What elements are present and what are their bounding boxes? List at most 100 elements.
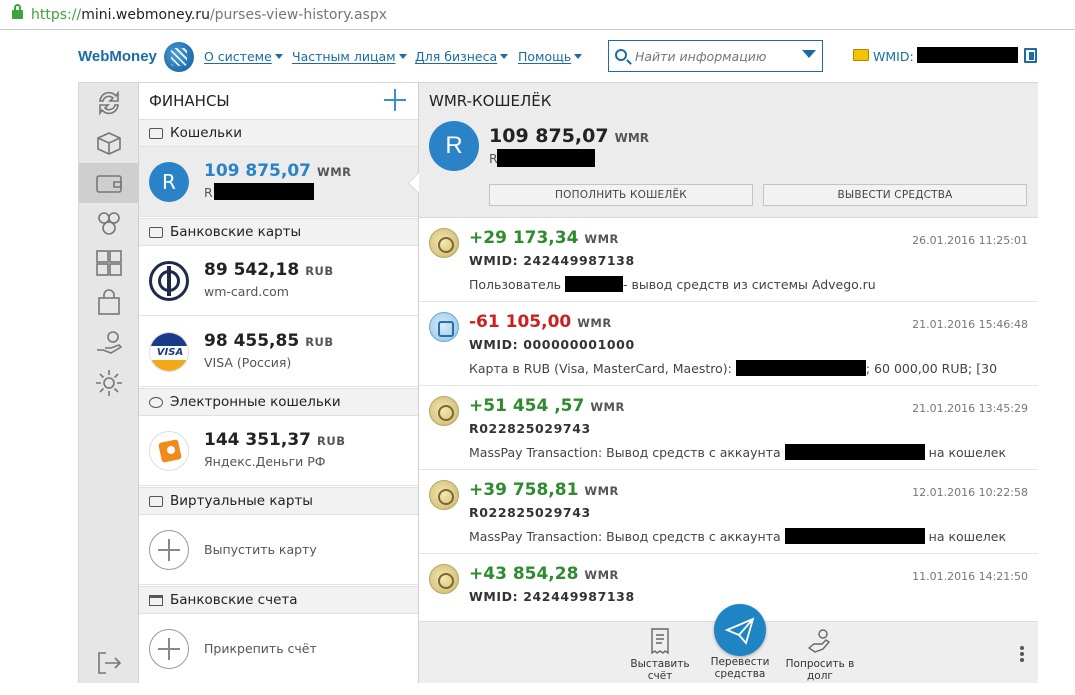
wallet-currency: WMR xyxy=(317,165,352,179)
webmoney-globe-icon[interactable] xyxy=(164,42,194,72)
nav-help[interactable]: Помощь xyxy=(518,49,583,64)
action-bar: Выставить счёт Перевести средства Попросит… xyxy=(419,604,1038,684)
attach-account-item[interactable]: Прикрепить счёт xyxy=(139,614,418,684)
bank-building-icon xyxy=(149,595,163,606)
card-visa-amount: 98 455,85 RUB xyxy=(204,331,334,351)
transaction-desc-end: на кошелек xyxy=(928,445,1007,460)
chevron-down-icon xyxy=(398,54,407,59)
sidebar-hand-coin[interactable] xyxy=(79,323,139,363)
transaction-amount-value: -61 105,00 xyxy=(469,312,572,332)
section-bank-cards: Банковские карты xyxy=(139,218,418,246)
transaction-wmid: R022825029743 xyxy=(469,505,591,520)
card-withdraw-icon xyxy=(429,312,459,342)
purse-balance-value: 109 875,07 xyxy=(489,125,609,147)
selection-notch xyxy=(409,173,419,193)
issue-card-label: Выпустить карту xyxy=(204,542,317,557)
wmr-avatar-letter: R xyxy=(162,170,176,194)
transaction-row[interactable]: -61 105,00 WMR 21.01.2016 15:46:48 WMID: … xyxy=(419,302,1038,386)
nav-help-label: Помощь xyxy=(518,49,572,64)
icon-sidebar xyxy=(79,83,139,683)
ewallet-amount-value: 144 351,37 xyxy=(204,430,312,450)
withdraw-button[interactable]: ВЫВЕСТИ СРЕДСТВА xyxy=(763,184,1027,206)
nav-about-label: О системе xyxy=(204,49,272,64)
transaction-desc-end: - вывод средств из системы Advego.ru xyxy=(623,277,876,292)
transaction-amount-value: +43 854,28 xyxy=(469,564,579,584)
transaction-amount-value: +29 173,34 xyxy=(469,228,579,248)
transfer-button[interactable] xyxy=(714,604,766,656)
sidebar-shop[interactable] xyxy=(79,283,139,323)
section-bank-accounts: Банковские счета xyxy=(139,586,418,614)
redacted-block xyxy=(735,360,866,376)
sidebar-settings[interactable] xyxy=(79,363,139,403)
browser-address-bar[interactable]: https://mini.webmoney.ru/purses-view-his… xyxy=(0,0,1075,30)
search-dropdown-icon[interactable] xyxy=(802,50,816,60)
transaction-row[interactable]: +29 173,34 WMR 26.01.2016 11:25:01 WMID: … xyxy=(419,218,1038,302)
invoice-button[interactable]: Выставить счёт xyxy=(624,622,696,684)
card-wm-item[interactable]: 89 542,18 RUB wm-card.com xyxy=(139,246,418,316)
section-virtual-cards: Виртуальные карты xyxy=(139,487,418,515)
yandex-money-icon xyxy=(149,431,189,471)
transaction-amount: -61 105,00 WMR xyxy=(469,312,612,332)
paper-plane-icon xyxy=(724,617,755,645)
logo-text[interactable]: WebMoney xyxy=(78,48,157,65)
sidebar-refresh[interactable] xyxy=(79,83,139,123)
nav-individuals[interactable]: Частным лицам xyxy=(292,49,407,64)
sidebar-wallet[interactable] xyxy=(79,163,139,203)
card-visa-amount-value: 98 455,85 xyxy=(204,331,300,351)
card-wm-amount-value: 89 542,18 xyxy=(204,260,300,280)
ewallet-yandex-item[interactable]: 144 351,37 RUB Яндекс.Деньги РФ xyxy=(139,416,418,486)
section-wallets-title: Кошельки xyxy=(170,125,243,141)
transaction-description: Карта в RUB (Visa, MasterCard, Maestro):… xyxy=(469,360,1029,376)
section-wallets: Кошельки xyxy=(139,119,418,147)
sidebar-logout[interactable] xyxy=(79,643,139,683)
url-path: /purses-view-history.aspx xyxy=(209,6,387,23)
transaction-description: MassPay Transaction: Вывод средств с акк… xyxy=(469,444,1029,460)
transaction-amount: +43 854,28 WMR xyxy=(469,564,619,584)
finances-panel: ФИНАНСЫ Кошельки R 109 875,07 WMR R Банко… xyxy=(139,83,419,683)
visa-logo-text: VISA xyxy=(156,347,184,358)
topup-button[interactable]: ПОПОЛНИТЬ КОШЕЛЁК xyxy=(489,184,753,206)
loan-request-button[interactable]: Попросить в долг xyxy=(779,622,861,684)
purse-header: WMR-КОШЕЛЁК R 109 875,07 WMR R ПОПОЛНИТЬ … xyxy=(419,83,1038,218)
transaction-row[interactable]: +39 758,81 WMR 12.01.2016 10:22:58 R02282… xyxy=(419,470,1038,554)
nav-about[interactable]: О системе xyxy=(204,49,283,64)
issue-card-item[interactable]: Выпустить карту xyxy=(139,515,418,585)
purse-currency: WMR xyxy=(614,131,650,145)
section-e-wallets-title: Электронные кошельки xyxy=(170,394,341,410)
transaction-wmid: R022825029743 xyxy=(469,421,591,436)
transaction-date: 12.01.2016 10:22:58 xyxy=(912,486,1028,499)
sidebar-package[interactable] xyxy=(79,123,139,163)
hand-request-icon xyxy=(807,629,831,653)
sidebar-contacts[interactable] xyxy=(79,203,139,243)
finances-header: ФИНАНСЫ xyxy=(139,83,418,119)
transaction-date: 26.01.2016 11:25:01 xyxy=(912,234,1028,247)
exit-door-icon[interactable] xyxy=(1024,48,1037,63)
search-box[interactable] xyxy=(608,40,823,72)
logout-icon xyxy=(98,652,122,674)
transaction-date: 21.01.2016 13:45:29 xyxy=(912,402,1028,415)
chevron-down-icon xyxy=(574,54,583,59)
purse-number-redacted xyxy=(497,149,595,167)
ewallet-amount: 144 351,37 RUB xyxy=(204,430,345,450)
nav-business[interactable]: Для бизнеса xyxy=(415,49,509,64)
transaction-currency: WMR xyxy=(584,484,619,498)
lock-icon xyxy=(12,4,23,19)
wallet-wmr-item[interactable]: R 109 875,07 WMR R xyxy=(139,147,418,217)
add-plus-icon[interactable] xyxy=(384,89,406,111)
card-visa-item[interactable]: VISA 98 455,85 RUB VISA (Россия) xyxy=(139,317,418,387)
wm-card-logo-icon xyxy=(149,261,189,301)
loan-label-2: долг xyxy=(807,670,833,682)
hand-coin-icon xyxy=(97,331,123,354)
top-navigation: WebMoney О системе Частным лицам Для биз… xyxy=(78,38,1038,78)
transaction-row[interactable]: +51 454 ,57 WMR 21.01.2016 13:45:29 R0228… xyxy=(419,386,1038,470)
wallet-small-icon xyxy=(149,128,163,139)
invoice-label-1: Выставить xyxy=(630,658,690,670)
wallet-icon xyxy=(96,175,122,193)
more-menu-icon[interactable] xyxy=(1020,646,1024,662)
transaction-description: Пользователь - вывод средств из системы … xyxy=(469,276,1029,292)
search-input[interactable] xyxy=(635,47,795,65)
transaction-wmid: WMID: 000000001000 xyxy=(469,337,635,352)
sidebar-services[interactable] xyxy=(79,243,139,283)
services-icon xyxy=(96,250,122,276)
wmid-label[interactable]: WMID: xyxy=(873,49,914,64)
